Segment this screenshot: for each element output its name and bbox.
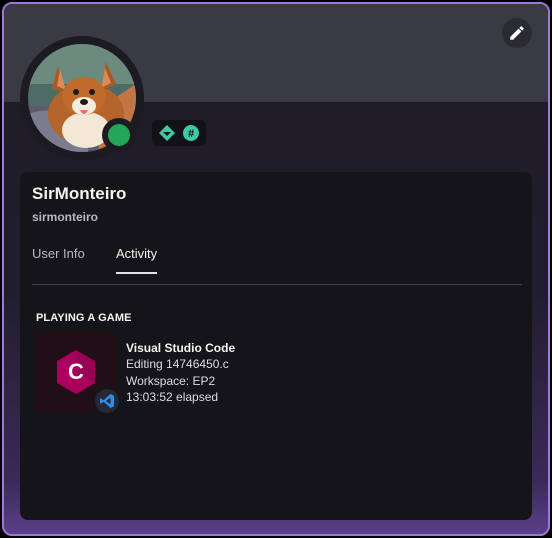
edit-profile-button[interactable]: [502, 18, 532, 48]
tab-activity[interactable]: Activity: [116, 246, 158, 274]
activity-details-line: Editing 14746450.c: [126, 357, 229, 371]
profile-tabs: User Info Activity: [32, 246, 522, 285]
online-status-dot: [108, 124, 130, 146]
hashtag-icon[interactable]: #: [181, 123, 201, 143]
status-indicator: [102, 118, 136, 152]
profile-panel: SirMonteiro sirmonteiro User Info Activi…: [20, 172, 532, 520]
username[interactable]: sirmonteiro: [32, 210, 98, 224]
display-name: SirMonteiro: [32, 184, 127, 203]
badge-list: #: [152, 120, 206, 146]
svg-text:#: #: [188, 128, 194, 140]
hypesquad-icon[interactable]: [157, 123, 177, 143]
activity-details: Visual Studio Code Editing 14746450.c Wo…: [126, 340, 235, 406]
pencil-icon: [510, 26, 524, 40]
profile-card: # SirMonteiro sirmonteiro User Info Acti…: [2, 2, 550, 536]
activity-section-title: PLAYING A GAME: [36, 312, 132, 324]
vscode-icon: [100, 394, 114, 408]
activity-app-name: Visual Studio Code: [126, 341, 236, 355]
activity-elapsed-time: 13:03:52 elapsed: [126, 390, 219, 404]
avatar-container[interactable]: [20, 36, 144, 160]
c-language-icon: C: [57, 350, 95, 394]
activity-state-line: Workspace: EP2: [126, 373, 216, 388]
activity-small-image[interactable]: [92, 386, 122, 416]
svg-text:C: C: [68, 359, 84, 384]
tab-user-info[interactable]: User Info: [32, 246, 85, 273]
